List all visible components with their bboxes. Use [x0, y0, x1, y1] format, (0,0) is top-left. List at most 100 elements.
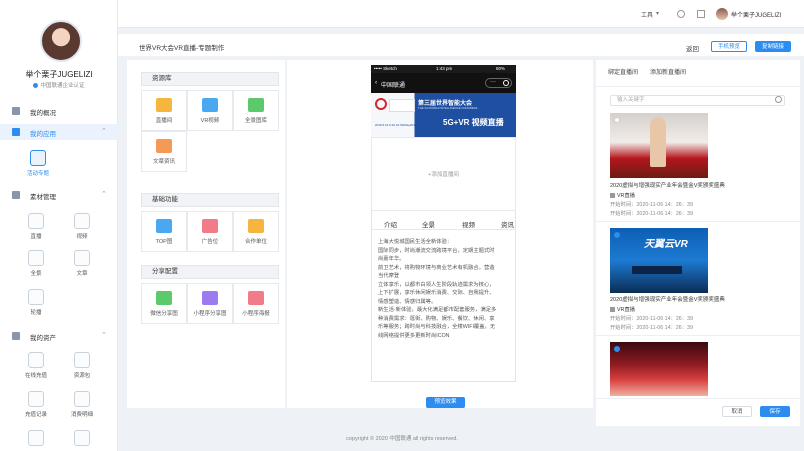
live-room-time-2: 开始时间：2020-11-06 14：26：39	[610, 211, 693, 217]
select-radio-checked[interactable]	[614, 346, 620, 352]
tile-vr-video[interactable]: VR视频	[187, 90, 233, 131]
tab-news[interactable]: 资讯	[501, 219, 514, 229]
tile-partners[interactable]: 合作单位	[233, 211, 279, 252]
avatar	[40, 20, 82, 62]
sidebar-item-consumption[interactable]: 消费明细	[67, 391, 97, 418]
live-room-thumbnail[interactable]: 天翼云VR	[610, 228, 708, 293]
user-avatar[interactable]	[716, 8, 728, 20]
copyright: copyright © 2020 中国联通 all rights reserve…	[346, 436, 458, 442]
tab-video[interactable]: 视频	[462, 219, 475, 229]
phone-preview-button[interactable]: 手机预览	[711, 41, 748, 52]
fullscreen-icon[interactable]	[696, 9, 706, 19]
save-button[interactable]: 保存	[760, 406, 790, 417]
recharge-icon	[28, 352, 44, 368]
live-icon	[28, 213, 44, 229]
tile-top-image[interactable]: TOP图	[141, 211, 187, 252]
search-icon[interactable]	[775, 96, 782, 103]
cube-icon	[12, 128, 20, 136]
close-icon	[503, 80, 509, 86]
wallet-icon	[12, 332, 20, 340]
sidebar-item-recharge-records[interactable]: 充值记录	[21, 391, 51, 418]
tile-miniapp-share[interactable]: 小程序分享图	[187, 283, 233, 324]
consumption-icon	[74, 391, 90, 407]
chevron-down-icon[interactable]: ▾	[656, 10, 659, 17]
intro-text: 上海大悦城国民生活全新体验： 国际同步，时尚潮流交流跨境平台，定期主题式时 尚嘉…	[378, 239, 497, 339]
live-room-thumbnail[interactable]	[610, 342, 708, 396]
section-basic: 基础功能	[141, 193, 279, 207]
tab-bound-live-rooms[interactable]: 绑定直播间	[608, 67, 638, 76]
preview-effect-button[interactable]: 预览效果	[426, 397, 465, 408]
panorama-gallery-icon	[248, 98, 264, 112]
partners-icon	[248, 219, 264, 233]
sidebar-item-article[interactable]: 文章	[67, 250, 97, 277]
sidebar	[0, 0, 118, 451]
sidebar-item-topic[interactable]: 活动专题	[23, 150, 53, 177]
tile-article-news[interactable]: 文章资讯	[141, 131, 187, 172]
wic-logo	[389, 99, 415, 112]
records-icon	[28, 391, 44, 407]
banner-strip	[632, 266, 682, 274]
phone-tabs: 介绍 全景 视频 资讯	[371, 216, 516, 230]
miniapp-icon	[202, 291, 218, 305]
unicom-logo	[375, 98, 387, 110]
package-icon	[74, 352, 90, 368]
back-link[interactable]: 返回	[686, 43, 699, 53]
tile-ad-slot[interactable]: 广告位	[187, 211, 233, 252]
live-room-icon	[156, 98, 172, 112]
panorama-icon	[28, 250, 44, 266]
tile-live-room[interactable]: 直播间	[141, 90, 187, 131]
tile-miniapp-poster[interactable]: 小程序海报	[233, 283, 279, 324]
live-room-time-2: 开始时间：2020-11-06 14：26：39	[610, 325, 693, 331]
layers-icon	[12, 191, 20, 199]
video-icon	[74, 213, 90, 229]
phone-status-bar: ••••• Sketch 1:43 pm 80%	[371, 65, 516, 73]
page-title: 世界VR大会VR直播-专题制作	[139, 45, 225, 52]
tile-wechat-share[interactable]: 微信分享图	[141, 283, 187, 324]
select-radio[interactable]	[614, 117, 620, 123]
sidebar-item-recharge[interactable]: 在线充值	[21, 352, 51, 379]
copy-link-button[interactable]: 复制链接	[755, 41, 792, 52]
tab-add-new-live-room[interactable]: 添加新直播间	[650, 67, 686, 76]
select-radio-checked[interactable]	[614, 232, 620, 238]
sidebar-item-carousel[interactable]: 轮播	[21, 289, 51, 316]
sidebar-item-package[interactable]: 资源包	[67, 352, 97, 379]
wechat-nav-bar: ‹ 中国联通 ···	[371, 73, 516, 93]
sidebar-item-panorama[interactable]: 全景	[21, 250, 51, 277]
cert-badge: 中国联通企业认证	[0, 81, 118, 89]
sidebar-item-live[interactable]: 直播	[21, 213, 51, 240]
overview-icon	[12, 107, 20, 115]
nav-back-icon[interactable]: ‹	[375, 79, 377, 86]
vr-video-icon	[202, 98, 218, 112]
tile-panorama-gallery[interactable]: 全景图库	[233, 90, 279, 131]
nav-overview[interactable]: 我的概况	[0, 103, 118, 119]
live-room-type: VR直播	[610, 305, 780, 313]
capsule-menu[interactable]: ···	[485, 78, 512, 88]
carousel-icon	[28, 289, 44, 305]
live-room-title: 2020虚拟与增强现实产业年会暨金V奖颁奖盛典	[610, 183, 725, 189]
nav-materials[interactable]: 素材管理 ⌃	[0, 187, 118, 203]
top-banner: 第三届世界智能大会 THE 3rd WORLD INTELLIGENCE CON…	[371, 93, 516, 137]
nav-title: 中国联通	[381, 83, 406, 89]
user-name[interactable]: 举个栗子JUGELIZI	[731, 10, 781, 19]
cancel-button[interactable]: 取消	[722, 406, 752, 417]
live-room-time: 开始时间：2020-11-06 14：26：39	[610, 202, 693, 208]
top-image-icon	[156, 219, 172, 233]
nav-my-apps[interactable]: 我的应用 ⌃	[0, 124, 118, 140]
more-icon: ···	[490, 79, 496, 85]
tab-intro[interactable]: 介绍	[384, 219, 397, 229]
section-share: 分享配置	[141, 265, 279, 279]
chevron-up-icon: ⌃	[101, 128, 107, 135]
live-room-time: 开始时间：2020-11-06 14：26：39	[610, 316, 693, 322]
divider	[596, 221, 800, 222]
search-input[interactable]: 输入关键字	[610, 95, 785, 106]
sidebar-item-video[interactable]: 视频	[67, 213, 97, 240]
refresh-icon[interactable]	[676, 9, 686, 19]
chevron-up-icon: ⌃	[101, 191, 107, 198]
divider	[596, 398, 800, 399]
add-live-room-slot[interactable]: +添加直播间	[371, 137, 516, 211]
live-room-thumbnail[interactable]	[610, 113, 708, 178]
nav-assets[interactable]: 我的资产 ⌃	[0, 328, 118, 344]
tab-panorama[interactable]: 全景	[422, 219, 435, 229]
tools-menu[interactable]: 工具	[641, 10, 653, 19]
verified-icon	[33, 83, 39, 88]
